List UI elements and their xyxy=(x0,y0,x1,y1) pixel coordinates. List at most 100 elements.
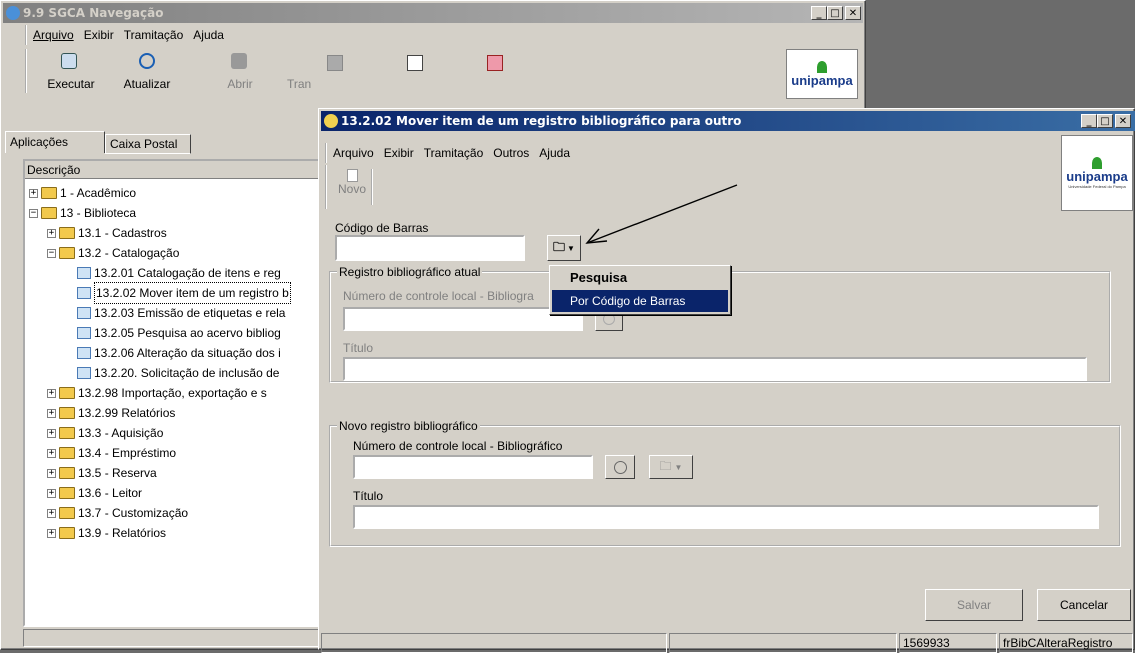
tree-header[interactable]: Descrição xyxy=(25,161,321,179)
document-icon xyxy=(77,267,91,279)
child-menu-ajuda[interactable]: Ajuda xyxy=(539,146,570,160)
collapse-icon[interactable]: − xyxy=(47,248,56,258)
status-cell-3: 1569933 xyxy=(899,633,997,653)
tree-item[interactable]: +13.4 - Empréstimo xyxy=(25,443,321,463)
search-dropdown-menu: Pesquisa Por Código de Barras xyxy=(549,265,731,315)
lookup-novo-button[interactable] xyxy=(605,455,635,479)
expand-icon[interactable]: + xyxy=(47,408,56,418)
tree-item[interactable]: +13.9 - Relatórios xyxy=(25,523,321,543)
child-window: 13.2.02 Mover item de um registro biblio… xyxy=(318,108,1135,653)
tree-item[interactable]: +13.3 - Aquisição xyxy=(25,423,321,443)
main-toolbar: Executar Atualizar Abrir Tran xyxy=(25,49,777,93)
document-icon xyxy=(77,347,91,359)
tree-item-label: 13.9 - Relatórios xyxy=(78,526,167,540)
expand-icon[interactable]: + xyxy=(47,428,56,438)
main-title-bar[interactable]: 9.9 SGCA Navegação xyxy=(3,3,863,23)
abrir-button[interactable]: Abrir xyxy=(215,53,265,91)
tree-item[interactable]: − 13.2 - Catalogação xyxy=(25,243,321,263)
close-button[interactable]: ✕ xyxy=(845,6,861,20)
search-novo-button[interactable]: 🗀 ▼ xyxy=(649,455,693,479)
minimize-button[interactable]: _ xyxy=(811,6,827,20)
tree-item[interactable]: 13.2.02 Mover item de um registro b xyxy=(25,282,321,304)
tree-item[interactable]: +13.5 - Reserva xyxy=(25,463,321,483)
tree-item-label: 1 - Acadêmico xyxy=(60,186,137,200)
num-controle-atual-input[interactable] xyxy=(343,307,583,331)
tree-item[interactable]: − 13 - Biblioteca xyxy=(25,203,321,223)
tree-item[interactable]: +13.2.98 Importação, exportação e s xyxy=(25,383,321,403)
tree-view: +1 - Acadêmico − 13 - Biblioteca +13.1 - Ca… xyxy=(25,183,321,543)
dropdown-item-codigo-barras[interactable]: Por Código de Barras xyxy=(552,290,728,312)
tree-item[interactable]: 13.2.03 Emissão de etiquetas e rela xyxy=(25,303,321,323)
tree-item[interactable]: 13.2.01 Catalogação de itens e reg xyxy=(25,263,321,283)
main-menu-bar: Arquivo Exibir Tramitação Ajuda xyxy=(25,25,224,45)
tree-icon xyxy=(327,55,343,71)
child-maximize-button[interactable]: □ xyxy=(1097,114,1113,128)
tree-item[interactable]: +13.1 - Cadastros xyxy=(25,223,321,243)
child-minimize-button[interactable]: _ xyxy=(1081,114,1097,128)
tree-item-label: 13.5 - Reserva xyxy=(78,466,157,480)
titulo-atual-label: Título xyxy=(343,341,374,355)
child-menu-tramitacao[interactable]: Tramitação xyxy=(424,146,484,160)
barcode-input[interactable] xyxy=(335,235,525,261)
barcode-search-button[interactable]: 🗀 ▼ xyxy=(547,235,581,261)
dropdown-novo-arrow-icon: ▼ xyxy=(674,462,683,472)
tab-caixa-postal[interactable]: Caixa Postal xyxy=(105,134,191,154)
expand-icon[interactable]: + xyxy=(47,488,56,498)
menu-arquivo[interactable]: Arquivo xyxy=(33,28,74,42)
tree-item[interactable]: +13.6 - Leitor xyxy=(25,483,321,503)
tree-item[interactable]: 13.2.05 Pesquisa ao acervo bibliog xyxy=(25,323,321,343)
child-menu-outros[interactable]: Outros xyxy=(493,146,529,160)
maximize-button[interactable]: □ xyxy=(827,6,843,20)
collapse-icon[interactable]: − xyxy=(29,208,38,218)
expand-icon[interactable]: + xyxy=(47,228,56,238)
tree-item[interactable]: 13.2.20. Solicitação de inclusão de xyxy=(25,363,321,383)
salvar-button[interactable]: Salvar xyxy=(925,589,1023,621)
child-logo: unipampa Universidade Federal do Pampa xyxy=(1061,135,1133,211)
executar-button[interactable]: Executar xyxy=(41,53,101,91)
expand-icon[interactable]: + xyxy=(47,468,56,478)
menu-tramitacao[interactable]: Tramitação xyxy=(124,28,184,42)
tree-item[interactable]: +1 - Acadêmico xyxy=(25,183,321,203)
tree-item-label: 13.6 - Leitor xyxy=(78,486,143,500)
expand-icon[interactable]: + xyxy=(47,528,56,538)
tree-item[interactable]: +13.2.99 Relatórios xyxy=(25,403,321,423)
tramitar-button[interactable]: Tran xyxy=(287,77,327,91)
child-menu-arquivo[interactable]: Arquivo xyxy=(333,146,374,160)
expand-icon[interactable]: + xyxy=(47,388,56,398)
folder-icon xyxy=(59,427,75,439)
tree-item-label: 13.2.99 Relatórios xyxy=(78,406,176,420)
novo-button[interactable]: Novo xyxy=(333,169,373,205)
menu-exibir[interactable]: Exibir xyxy=(84,28,114,42)
child-window-title: 13.2.02 Mover item de um registro biblio… xyxy=(341,114,742,128)
cancelar-button[interactable]: Cancelar xyxy=(1037,589,1131,621)
folder-icon xyxy=(59,247,75,259)
tab-aplicacoes[interactable]: Aplicações xyxy=(5,131,105,153)
num-controle-novo-label: Número de controle local - Bibliográfico xyxy=(353,439,563,453)
logo-leaf-icon xyxy=(817,60,827,73)
registro-atual-legend: Registro bibliográfico atual xyxy=(337,265,483,279)
expand-icon[interactable]: + xyxy=(47,508,56,518)
tree-item-label: 13.1 - Cadastros xyxy=(78,226,167,240)
expand-icon[interactable]: + xyxy=(47,448,56,458)
tree-item-label: 13.2.06 Alteração da situação dos i xyxy=(94,346,281,360)
folder-icon xyxy=(59,447,75,459)
status-cell-2 xyxy=(669,633,897,653)
child-close-button[interactable]: ✕ xyxy=(1115,114,1131,128)
tree-item[interactable]: +13.7 - Customização xyxy=(25,503,321,523)
refresh-icon xyxy=(139,53,155,69)
atualizar-button[interactable]: Atualizar xyxy=(117,53,177,91)
status-cell-4: frBibCAlteraRegistro xyxy=(999,633,1133,653)
exit-icon xyxy=(487,55,503,71)
child-title-bar[interactable]: 13.2.02 Mover item de um registro biblio… xyxy=(321,111,1135,131)
child-app-icon xyxy=(324,114,338,128)
titulo-novo-input[interactable] xyxy=(353,505,1099,529)
num-controle-novo-input[interactable] xyxy=(353,455,593,479)
dropdown-header: Pesquisa xyxy=(570,270,628,285)
lookup-novo-icon xyxy=(613,460,627,474)
menu-ajuda[interactable]: Ajuda xyxy=(193,28,224,42)
child-menu-exibir[interactable]: Exibir xyxy=(384,146,414,160)
titulo-atual-input[interactable] xyxy=(343,357,1087,381)
expand-icon[interactable]: + xyxy=(29,188,38,198)
novo-registro-group: Novo registro bibliográfico Número de co… xyxy=(329,419,1121,547)
tree-item[interactable]: 13.2.06 Alteração da situação dos i xyxy=(25,343,321,363)
